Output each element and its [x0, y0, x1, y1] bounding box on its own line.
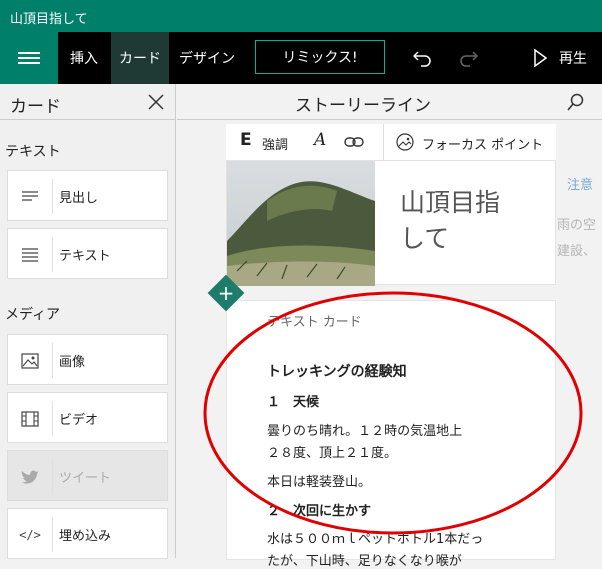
- storyline-header: ストーリーライン: [177, 84, 602, 120]
- sidebar-header: カード: [0, 84, 176, 120]
- italic-icon[interactable]: A: [314, 130, 326, 150]
- title-card-heading[interactable]: 山頂目指 して: [400, 185, 500, 257]
- card-text-label: テキスト: [59, 249, 111, 264]
- search-icon[interactable]: [567, 93, 585, 111]
- card-image-label: 画像: [59, 355, 86, 370]
- text-icon: [8, 229, 52, 280]
- bg-fragment-3: 建設、: [557, 244, 597, 259]
- menu-bar: 挿入 カード デザイン リミックス! 再生: [0, 32, 602, 84]
- text-card[interactable]: テキスト カード トレッキングの経験知 １ 天候 曇りのち晴れ。１２時の気温地上…: [226, 300, 556, 569]
- text-card-paragraph-1a[interactable]: 曇りのち晴れ。１２時の気温地上: [267, 420, 462, 439]
- play-label: 再生: [559, 51, 587, 67]
- twitter-icon: [8, 451, 52, 502]
- title-card-image: [227, 161, 375, 286]
- card-embed-label: 埋め込み: [59, 529, 112, 544]
- redo-icon[interactable]: [450, 32, 486, 84]
- card-tweet[interactable]: ツイート: [7, 450, 168, 501]
- title-card-heading-line-2: して: [400, 224, 450, 253]
- menu-design[interactable]: デザイン: [172, 32, 242, 84]
- cards-sidebar: カード テキスト 見出し テキスト メディア 画像 ビデオ ツイート </> 埋…: [0, 84, 176, 559]
- card-heading-label: 見出し: [59, 191, 99, 206]
- card-text[interactable]: テキスト: [7, 228, 168, 279]
- video-icon: [8, 393, 52, 444]
- text-card-paragraph-3b[interactable]: たが、下山時、足りなくなり喉が: [267, 550, 462, 569]
- plus-icon: +: [217, 281, 235, 305]
- window-title: 山頂目指して: [10, 12, 88, 27]
- title-bar: 山頂目指して: [0, 0, 602, 32]
- text-card-heading[interactable]: トレッキングの経験知: [267, 361, 407, 381]
- bg-fragment-1: 注意: [567, 178, 594, 193]
- image-icon: [8, 335, 52, 386]
- bg-fragment-2: 雨の空: [557, 218, 597, 233]
- menu-card[interactable]: カード: [111, 32, 169, 84]
- emphasis-label[interactable]: 強調: [262, 134, 288, 153]
- focus-point-label[interactable]: フォーカス ポイント: [422, 134, 543, 153]
- storyline-panel: ストーリーライン 注意 雨の空 建設、 E 強調 A フォーカス ポイント 山頂…: [177, 84, 602, 569]
- emphasis-icon[interactable]: E: [240, 130, 252, 150]
- remix-button[interactable]: リミックス!: [255, 40, 385, 74]
- link-icon[interactable]: [344, 136, 364, 148]
- card-image[interactable]: 画像: [7, 334, 168, 385]
- section-media-label: メディア: [5, 307, 61, 323]
- text-card-subheading-2[interactable]: ２ 次回に生かす: [267, 500, 371, 519]
- focus-point-icon[interactable]: [396, 133, 414, 151]
- card-video[interactable]: ビデオ: [7, 392, 168, 443]
- text-card-paragraph-1b[interactable]: ２８度、頂上２１度。: [267, 442, 397, 461]
- hamburger-menu-icon[interactable]: [0, 32, 58, 84]
- add-card-button[interactable]: +: [207, 274, 245, 312]
- format-toolbar: E 強調 A フォーカス ポイント: [226, 124, 556, 160]
- undo-icon[interactable]: [405, 32, 441, 84]
- text-card-paragraph-2[interactable]: 本日は軽装登山。: [267, 471, 371, 490]
- card-embed[interactable]: </> 埋め込み: [7, 508, 168, 559]
- menu-insert[interactable]: 挿入: [58, 32, 110, 84]
- heading-icon: [8, 171, 52, 222]
- card-video-label: ビデオ: [59, 413, 99, 428]
- card-heading[interactable]: 見出し: [7, 170, 168, 221]
- play-button[interactable]: 再生: [525, 32, 595, 84]
- text-card-subheading-1[interactable]: １ 天候: [267, 391, 319, 410]
- section-text-label: テキスト: [5, 144, 61, 160]
- text-card-label: テキスト カード: [267, 315, 362, 330]
- close-icon[interactable]: [148, 94, 164, 110]
- embed-icon: </>: [19, 527, 41, 542]
- title-card[interactable]: 山頂目指 して: [226, 160, 556, 286]
- text-card-paragraph-3a[interactable]: 水は５００ｍｌペットボトル1本だっ: [267, 528, 483, 547]
- card-tweet-label: ツイート: [59, 471, 112, 486]
- title-card-heading-line-1: 山頂目指: [400, 188, 501, 217]
- storyline-title: ストーリーライン: [295, 96, 431, 116]
- sidebar-title: カード: [10, 97, 61, 117]
- play-icon: [534, 49, 547, 67]
